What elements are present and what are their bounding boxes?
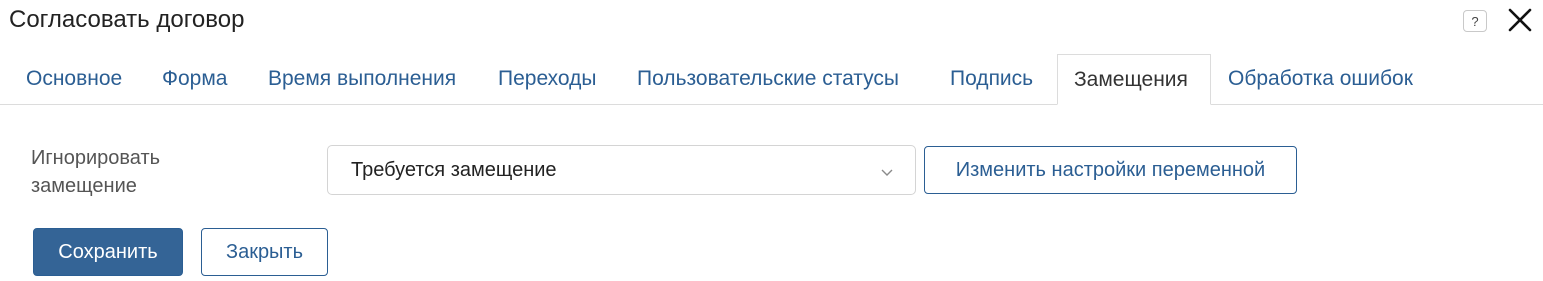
save-button[interactable]: Сохранить xyxy=(33,228,183,276)
ignore-substitution-select[interactable]: Требуется замещение xyxy=(327,145,916,195)
close-button[interactable]: Закрыть xyxy=(201,228,328,276)
select-value: Требуется замещение xyxy=(351,159,557,181)
dialog-title: Согласовать договор xyxy=(9,6,245,33)
tab-form[interactable]: Форма xyxy=(162,54,227,105)
chevron-down-icon xyxy=(881,164,893,176)
tab-custom-statuses[interactable]: Пользовательские статусы xyxy=(637,54,899,105)
question-icon: ? xyxy=(1471,13,1479,29)
tab-substitutions[interactable]: Замещения xyxy=(1057,54,1211,105)
tab-signature[interactable]: Подпись xyxy=(950,54,1033,105)
tab-bar: Основное Форма Время выполнения Переходы… xyxy=(0,54,1543,105)
tab-transitions[interactable]: Переходы xyxy=(498,54,597,105)
tab-main[interactable]: Основное xyxy=(26,54,122,105)
tab-error-handling[interactable]: Обработка ошибок xyxy=(1228,54,1413,105)
close-icon[interactable] xyxy=(1507,7,1533,33)
help-button[interactable]: ? xyxy=(1463,10,1487,32)
change-variable-settings-button[interactable]: Изменить настройки переменной xyxy=(924,146,1297,194)
tab-execution-time[interactable]: Время выполнения xyxy=(268,54,456,105)
ignore-substitution-label: Игнорировать замещение xyxy=(31,147,161,197)
